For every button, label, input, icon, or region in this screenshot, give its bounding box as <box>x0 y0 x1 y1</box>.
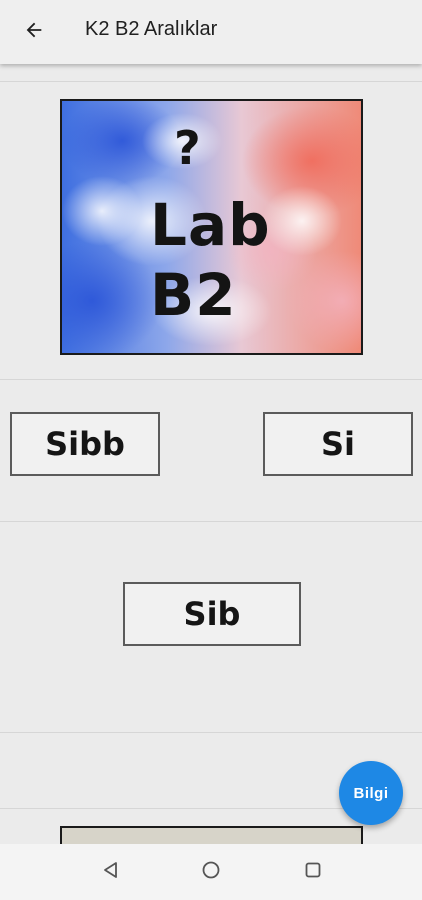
nav-home-icon <box>201 860 221 884</box>
nav-home-button[interactable] <box>197 858 225 886</box>
divider <box>0 81 422 82</box>
arrow-left-icon <box>23 19 45 45</box>
cover-title-line2: B2 <box>150 261 237 329</box>
divider <box>0 379 422 380</box>
system-nav-bar <box>0 844 422 900</box>
nav-back-button[interactable] <box>97 858 125 886</box>
back-button[interactable] <box>14 14 54 50</box>
nav-recents-icon <box>303 860 323 884</box>
app-bar: K2 B2 Aralıklar <box>0 0 422 64</box>
cover-question-mark: ? <box>174 121 201 175</box>
answer-option-si[interactable]: Si <box>263 412 413 476</box>
info-fab-button[interactable]: Bilgi <box>339 761 403 825</box>
answer-option-sibb[interactable]: Sibb <box>10 412 160 476</box>
cover-title-line1: Lab <box>150 191 271 259</box>
answer-option-sib[interactable]: Sib <box>123 582 301 646</box>
nav-recents-button[interactable] <box>299 858 327 886</box>
divider <box>0 732 422 733</box>
divider <box>0 521 422 522</box>
page-title: K2 B2 Aralıklar <box>85 18 218 40</box>
nav-back-icon <box>101 860 121 884</box>
lab-cover-image: ? Lab B2 <box>60 99 363 355</box>
